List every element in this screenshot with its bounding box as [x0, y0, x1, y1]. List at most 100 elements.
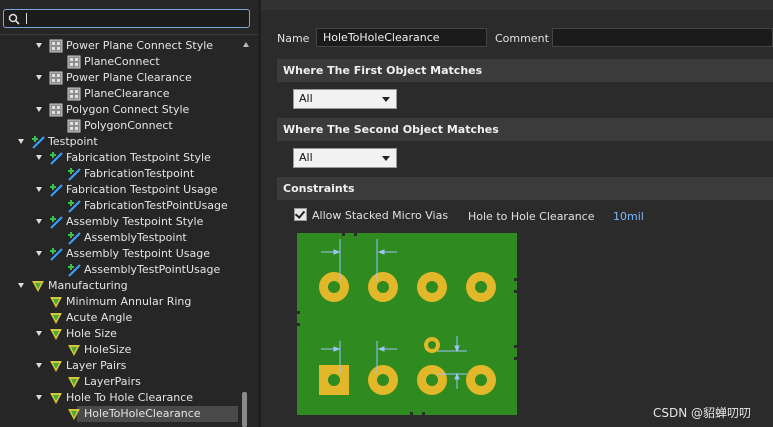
tree-item-label: Fabrication Testpoint Style — [66, 151, 211, 164]
first-object-scope-value: All — [299, 92, 313, 105]
manufacturing-icon — [68, 377, 80, 388]
rules-tree: Power Plane Connect Style PlaneConnect Pow… — [0, 38, 240, 427]
expand-toggle-icon[interactable] — [36, 75, 42, 80]
tree-item-label: Acute Angle — [66, 311, 133, 324]
manufacturing-icon — [68, 345, 80, 356]
testpoint-icon — [68, 200, 81, 213]
tree-item[interactable]: Polygon Connect Style — [0, 102, 240, 118]
pad-hole — [426, 374, 438, 386]
expand-toggle-icon[interactable] — [36, 43, 42, 48]
first-object-section-header[interactable]: Where The First Object Matches — [277, 59, 773, 82]
manufacturing-icon — [32, 281, 44, 292]
tree-item[interactable]: Hole To Hole Clearance — [0, 390, 240, 406]
rule-editor: Name HoleToHoleClearance Comment Where T… — [261, 0, 773, 427]
expand-toggle-icon[interactable] — [36, 155, 42, 160]
tree-item[interactable]: Acute Angle — [0, 310, 240, 326]
watermark: CSDN @貂蝉叨叨 — [653, 406, 752, 420]
name-field[interactable]: HoleToHoleClearance — [316, 28, 487, 47]
rule-group-icon — [49, 71, 63, 85]
expand-toggle-icon[interactable] — [36, 251, 42, 256]
allow-stacked-micro-vias-checkbox[interactable] — [294, 208, 307, 221]
scroll-thumb[interactable] — [242, 392, 247, 427]
expand-toggle-icon[interactable] — [36, 107, 42, 112]
tree-item[interactable]: AssemblyTestPointUsage — [0, 262, 240, 278]
tree-item[interactable]: PlaneClearance — [0, 86, 240, 102]
hole-clearance-value[interactable]: 10mil — [613, 210, 644, 223]
allow-stacked-micro-vias-label: Allow Stacked Micro Vias — [312, 209, 449, 222]
testpoint-icon — [50, 216, 63, 229]
editor-header-bar — [261, 0, 773, 10]
tree-item[interactable]: Power Plane Connect Style — [0, 38, 240, 54]
tree-item[interactable]: Hole Size — [0, 326, 240, 342]
manufacturing-icon — [50, 313, 62, 324]
chevron-down-icon — [382, 156, 390, 161]
divider — [0, 34, 258, 35]
pad-hole — [377, 281, 389, 293]
comment-field[interactable] — [552, 28, 773, 47]
tree-item[interactable]: Minimum Annular Ring — [0, 294, 240, 310]
tree-item[interactable]: Power Plane Clearance — [0, 70, 240, 86]
second-object-section-header[interactable]: Where The Second Object Matches — [277, 118, 773, 141]
tree-item-label: PlaneClearance — [84, 87, 170, 100]
tree-item[interactable]: PlaneConnect — [0, 54, 240, 70]
tree-item-label: Polygon Connect Style — [66, 103, 190, 116]
search-input[interactable] — [24, 11, 244, 26]
tree-item[interactable]: PolygonConnect — [0, 118, 240, 134]
tree-item-label: Assembly Testpoint Style — [66, 215, 204, 228]
manufacturing-icon — [50, 361, 62, 372]
expand-toggle-icon[interactable] — [18, 283, 24, 288]
checkmark-icon — [294, 208, 306, 219]
pad-hole — [475, 374, 487, 386]
tree-item[interactable]: AssemblyTestpoint — [0, 230, 240, 246]
expand-toggle-icon[interactable] — [36, 219, 42, 224]
tree-item[interactable]: FabricationTestPointUsage — [0, 198, 240, 214]
pad-hole — [426, 281, 438, 293]
tree-item[interactable]: HoleSize — [0, 342, 240, 358]
testpoint-icon — [68, 264, 81, 277]
tree-scrollbar[interactable] — [241, 38, 251, 427]
tree-item-label: PolygonConnect — [84, 119, 173, 132]
tree-item[interactable]: FabricationTestpoint — [0, 166, 240, 182]
expand-toggle-icon[interactable] — [18, 139, 24, 144]
tree-item[interactable]: Assembly Testpoint Style — [0, 214, 240, 230]
search-box[interactable] — [3, 9, 250, 28]
scroll-up-icon[interactable] — [243, 42, 249, 47]
expand-toggle-icon[interactable] — [36, 187, 42, 192]
expand-toggle-icon[interactable] — [36, 331, 42, 336]
expand-toggle-icon[interactable] — [36, 363, 42, 368]
second-object-scope-dropdown[interactable]: All — [293, 148, 397, 168]
tree-item-label: Manufacturing — [48, 279, 128, 292]
rule-item-icon — [67, 55, 81, 69]
tree-item-label: LayerPairs — [84, 375, 141, 388]
tree-item[interactable]: Fabrication Testpoint Style — [0, 150, 240, 166]
rule-item-icon — [67, 87, 81, 101]
tree-item[interactable]: Testpoint — [0, 134, 240, 150]
name-label: Name — [277, 32, 310, 45]
tree-item[interactable]: Assembly Testpoint Usage — [0, 246, 240, 262]
tree-item-label: AssemblyTestPointUsage — [84, 263, 221, 276]
tree-item[interactable]: Manufacturing — [0, 278, 240, 294]
testpoint-icon — [68, 168, 81, 181]
tree-item-label: HoleToHoleClearance — [84, 407, 201, 420]
tree-item[interactable]: LayerPairs — [0, 374, 240, 390]
rule-item-icon — [67, 119, 81, 133]
comment-label: Comment — [495, 32, 549, 45]
text-caret — [26, 13, 27, 24]
tree-item-label: Power Plane Connect Style — [66, 39, 214, 52]
constraints-section-header[interactable]: Constraints — [277, 177, 773, 200]
testpoint-icon — [32, 136, 45, 149]
tree-item-selected[interactable]: HoleToHoleClearance — [0, 406, 240, 422]
chevron-down-icon — [382, 97, 390, 102]
testpoint-icon — [68, 232, 81, 245]
first-object-scope-dropdown[interactable]: All — [293, 89, 397, 109]
rules-tree-panel: Power Plane Connect Style PlaneConnect Pow… — [0, 0, 258, 427]
via-hole — [428, 341, 436, 349]
tree-item[interactable]: Fabrication Testpoint Usage — [0, 182, 240, 198]
search-icon — [8, 13, 20, 25]
expand-toggle-icon[interactable] — [36, 395, 42, 400]
second-object-scope-value: All — [299, 151, 313, 164]
tree-item[interactable]: Layer Pairs — [0, 358, 240, 374]
tree-item-label: Minimum Annular Ring — [66, 295, 192, 308]
tree-item-label: Hole To Hole Clearance — [66, 391, 194, 404]
testpoint-icon — [50, 152, 63, 165]
